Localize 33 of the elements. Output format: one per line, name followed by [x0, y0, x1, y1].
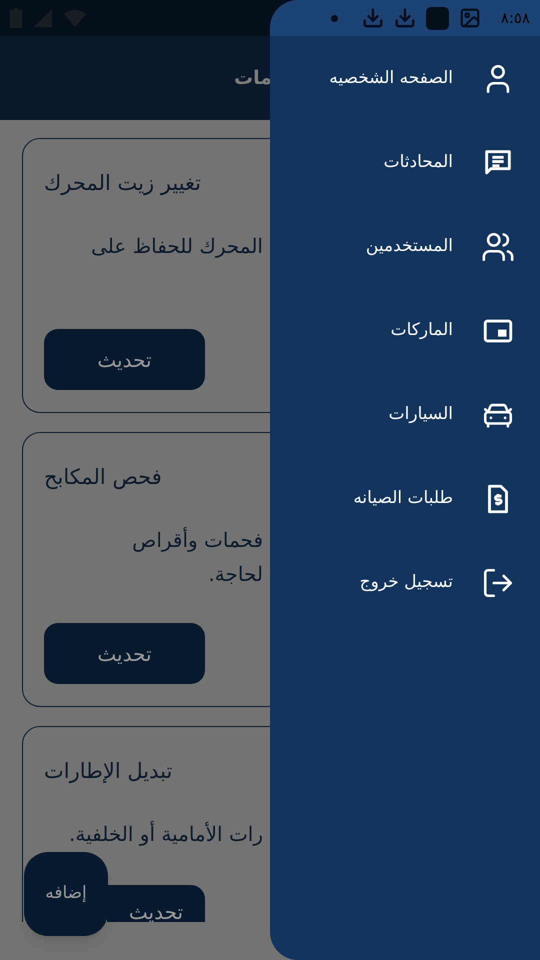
app-icon	[426, 6, 449, 30]
drawer-item-label: السيارات	[388, 403, 453, 426]
card-title: تبديل الإطارات	[44, 758, 172, 786]
drawer-item-label: المحادثات	[384, 151, 453, 174]
drawer-item-label: الماركات	[390, 319, 453, 342]
download-icon	[362, 7, 384, 29]
image-icon	[458, 7, 481, 29]
download-icon	[394, 7, 416, 29]
drawer-item-label: طلبات الصيانه	[353, 487, 453, 510]
add-button[interactable]: إضافه	[24, 852, 108, 936]
card-description: رات الأمامية أو الخلفية.	[69, 820, 263, 848]
drawer-item[interactable]: تسجيل خروج	[270, 541, 540, 625]
card-description: المحرك للحفاظ على	[91, 233, 263, 260]
drawer-item-label: تسجيل خروج	[360, 571, 453, 594]
drawer-item[interactable]: الماركات	[270, 289, 540, 373]
update-button[interactable]: تحديث	[44, 623, 205, 684]
drawer-item[interactable]: المحادثات	[270, 121, 540, 205]
card-title: فحص المكابح	[44, 464, 162, 492]
logout-icon	[481, 566, 515, 600]
card-description: لحاجة.	[208, 561, 263, 588]
update-button[interactable]: تحديث	[44, 329, 205, 390]
card-description: فحمات وأقراص	[132, 526, 263, 554]
card-title: تغيير زيت المحرك	[44, 170, 202, 198]
update-button[interactable]: تحديث	[107, 885, 205, 922]
drawer-item[interactable]: الصفحه الشخصيه	[270, 37, 540, 121]
app-bar-title: مات	[234, 66, 272, 91]
drawer-item[interactable]: طلبات الصيانه	[270, 457, 540, 541]
drawer-item[interactable]: المستخدمين	[270, 205, 540, 289]
drawer-item-label: الصفحه الشخصيه	[329, 67, 453, 90]
status-time: ٨:٥٨	[500, 8, 530, 29]
drawer-item-label: المستخدمين	[366, 235, 453, 258]
drawer-item[interactable]: السيارات	[270, 373, 540, 457]
people-icon	[481, 230, 515, 264]
